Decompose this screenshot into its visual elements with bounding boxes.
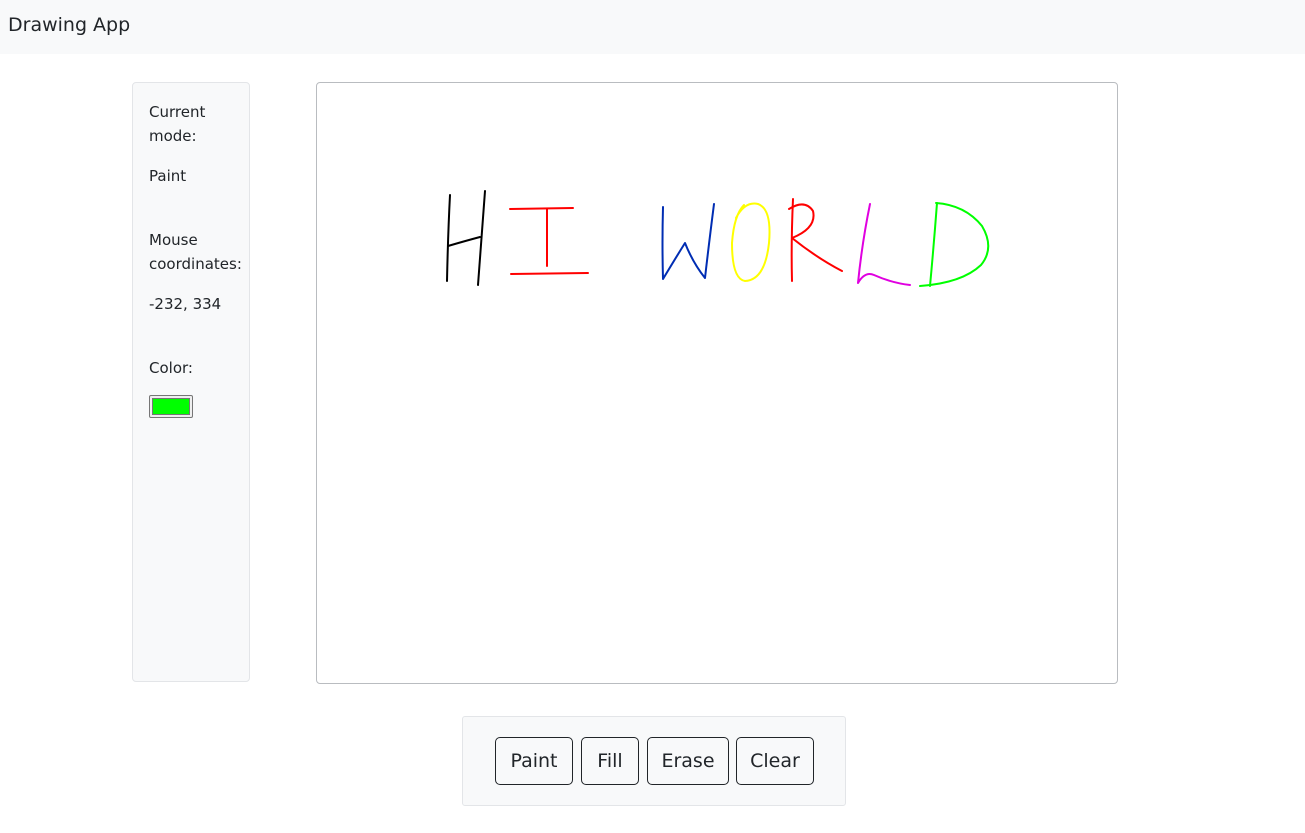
stroke-letter-r — [788, 198, 843, 282]
stroke-letter-d — [919, 202, 990, 287]
current-mode-label: Current mode: — [149, 103, 206, 145]
current-mode-value: Paint — [149, 167, 187, 185]
app-brand[interactable]: Drawing App — [8, 14, 130, 36]
stroke-letter-l — [857, 203, 911, 286]
fill-button[interactable]: Fill — [581, 737, 639, 785]
stroke-letter-h — [446, 190, 486, 286]
paint-button[interactable]: Paint — [495, 737, 573, 785]
color-label: Color: — [149, 359, 193, 377]
canvas-drawing — [446, 190, 990, 287]
stroke-letter-o — [731, 202, 771, 282]
stroke-letter-i — [509, 207, 589, 275]
mode-toolbar: Paint Fill Erase Clear — [462, 716, 846, 806]
color-swatch — [152, 398, 190, 415]
clear-button[interactable]: Clear — [736, 737, 814, 785]
color-picker[interactable] — [149, 395, 193, 418]
navbar: Drawing App — [0, 0, 1305, 54]
erase-button[interactable]: Erase — [647, 737, 729, 785]
mouse-coordinates-label: Mouse coordinates: — [149, 231, 242, 273]
stroke-letter-w — [661, 203, 715, 280]
status-sidebar: Current mode: Paint Mouse coordinates: -… — [132, 82, 250, 682]
mouse-coordinates-value: -232, 334 — [149, 295, 222, 313]
drawing-canvas[interactable] — [316, 82, 1118, 684]
